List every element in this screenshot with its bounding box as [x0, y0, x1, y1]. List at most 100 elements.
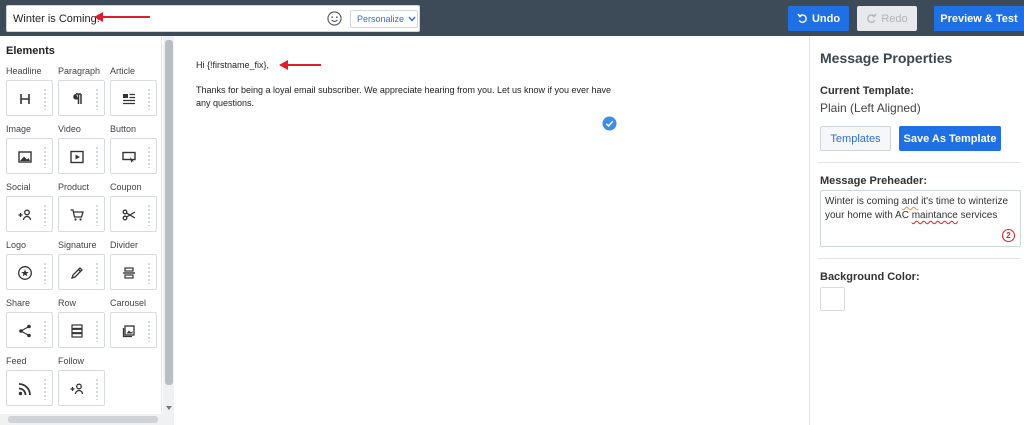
undo-button[interactable]: Undo: [788, 6, 849, 31]
annotation-arrow-greeting: [279, 60, 321, 70]
elements-scroll-thumb[interactable]: [165, 40, 173, 385]
drag-handle-icon[interactable]: [147, 146, 151, 168]
element-tile-row[interactable]: [58, 312, 105, 348]
element-tile-image[interactable]: [6, 138, 53, 174]
article-icon: [123, 93, 135, 105]
templates-button[interactable]: Templates: [820, 126, 891, 151]
drag-handle-icon[interactable]: [43, 88, 47, 110]
scroll-down-arrow-icon[interactable]: [165, 404, 173, 412]
drag-handle-icon[interactable]: [43, 146, 47, 168]
element-label-headline: Headline: [6, 66, 42, 76]
drag-handle-icon[interactable]: [95, 320, 99, 342]
share-icon: [19, 324, 31, 338]
element-label-signature: Signature: [58, 240, 97, 250]
headline-icon: [20, 94, 30, 104]
preheader-text-part: Winter is coming: [825, 196, 902, 207]
current-template-value: Plain (Left Aligned): [820, 101, 921, 115]
element-tile-headline[interactable]: [6, 80, 53, 116]
drag-handle-icon[interactable]: [147, 204, 151, 226]
background-color-swatch[interactable]: [820, 287, 845, 311]
element-label-logo: Logo: [6, 240, 27, 250]
element-tile-share[interactable]: [6, 312, 53, 348]
email-body-text[interactable]: Thanks for being a loyal email subscribe…: [196, 84, 616, 110]
drag-handle-icon[interactable]: [95, 204, 99, 226]
undo-label: Undo: [811, 12, 841, 25]
current-template-label: Current Template:: [820, 85, 914, 97]
element-label-divider: Divider: [110, 240, 139, 250]
pen-icon: [70, 267, 83, 280]
element-label-video: Video: [58, 124, 81, 134]
greeting-text[interactable]: Hi {!firstname_fix},: [196, 60, 269, 70]
subject-input[interactable]: [7, 6, 317, 31]
drag-handle-icon[interactable]: [95, 378, 99, 400]
save-as-template-button[interactable]: Save As Template: [899, 126, 1001, 151]
element-tile-social[interactable]: [6, 196, 53, 232]
element-label-row: Row: [58, 298, 77, 308]
drag-handle-icon[interactable]: [43, 204, 47, 226]
video-icon: [70, 150, 84, 164]
drag-handle-icon[interactable]: [95, 146, 99, 168]
divider-icon: [123, 267, 135, 279]
chevron-down-icon: [408, 16, 416, 22]
element-tile-signature[interactable]: [58, 254, 105, 290]
element-tile-carousel[interactable]: [110, 312, 157, 348]
element-label-button: Button: [110, 124, 137, 134]
follow-icon: [70, 383, 84, 395]
checkmark-circle-icon[interactable]: [602, 116, 617, 131]
element-tile-video[interactable]: [58, 138, 105, 174]
element-tile-divider[interactable]: [110, 254, 157, 290]
preview-test-button[interactable]: Preview & Test: [934, 6, 1024, 31]
scissors-icon: [122, 209, 136, 221]
drag-handle-icon[interactable]: [43, 262, 47, 284]
element-label-social: Social: [6, 182, 31, 192]
personalize-dropdown[interactable]: Personalize: [350, 10, 418, 28]
element-tile-article[interactable]: [110, 80, 157, 116]
element-tile-coupon[interactable]: [110, 196, 157, 232]
element-label-article: Article: [110, 66, 136, 76]
preheader-text[interactable]: Winter is coming and it's time to winter…: [825, 195, 1020, 223]
element-tile-follow[interactable]: [58, 370, 105, 406]
element-label-image: Image: [6, 124, 32, 134]
redo-icon: [867, 13, 877, 23]
properties-divider: [818, 258, 1020, 259]
message-properties-title: Message Properties: [820, 50, 953, 66]
redo-label: Redo: [881, 12, 908, 25]
grammar-flag-word[interactable]: and: [902, 196, 919, 207]
element-label-follow: Follow: [58, 356, 85, 366]
logo-star-icon: [18, 266, 32, 280]
personalize-label: Personalize: [357, 14, 405, 24]
element-tile-button[interactable]: [110, 138, 157, 174]
elements-title: Elements: [6, 45, 55, 57]
redo-button[interactable]: Redo: [857, 6, 917, 31]
drag-handle-icon[interactable]: [43, 378, 47, 400]
element-tile-logo[interactable]: [6, 254, 53, 290]
element-label-product: Product: [58, 182, 90, 192]
element-label-feed: Feed: [6, 356, 27, 366]
drag-handle-icon[interactable]: [147, 88, 151, 110]
preheader-label: Message Preheader:: [820, 175, 927, 187]
drag-handle-icon[interactable]: [147, 262, 151, 284]
spelling-error-word[interactable]: maintance: [912, 210, 958, 221]
annotation-arrow-subject: [94, 12, 150, 22]
element-label-paragraph: Paragraph: [58, 66, 101, 76]
element-tile-paragraph[interactable]: [58, 80, 105, 116]
drag-handle-icon[interactable]: [147, 320, 151, 342]
preview-test-label: Preview & Test: [940, 12, 1018, 25]
drag-handle-icon[interactable]: [43, 320, 47, 342]
element-label-share: Share: [6, 298, 31, 308]
cart-icon: [70, 209, 84, 221]
emoji-smiley-icon[interactable]: [327, 11, 342, 26]
elements-hscroll-thumb[interactable]: [8, 416, 158, 423]
preheader-text-part: services: [957, 210, 998, 221]
rss-icon: [18, 383, 31, 396]
element-tile-product[interactable]: [58, 196, 105, 232]
element-label-coupon: Coupon: [110, 182, 142, 192]
social-icon: [18, 209, 32, 221]
element-tile-feed[interactable]: [6, 370, 53, 406]
top-toolbar: Personalize Undo Redo Preview & Test: [0, 0, 1024, 36]
drag-handle-icon[interactable]: [95, 262, 99, 284]
properties-divider: [818, 162, 1020, 163]
background-color-label: Background Color:: [820, 271, 920, 283]
spellcheck-count-badge[interactable]: 2: [1002, 229, 1015, 242]
drag-handle-icon[interactable]: [95, 88, 99, 110]
